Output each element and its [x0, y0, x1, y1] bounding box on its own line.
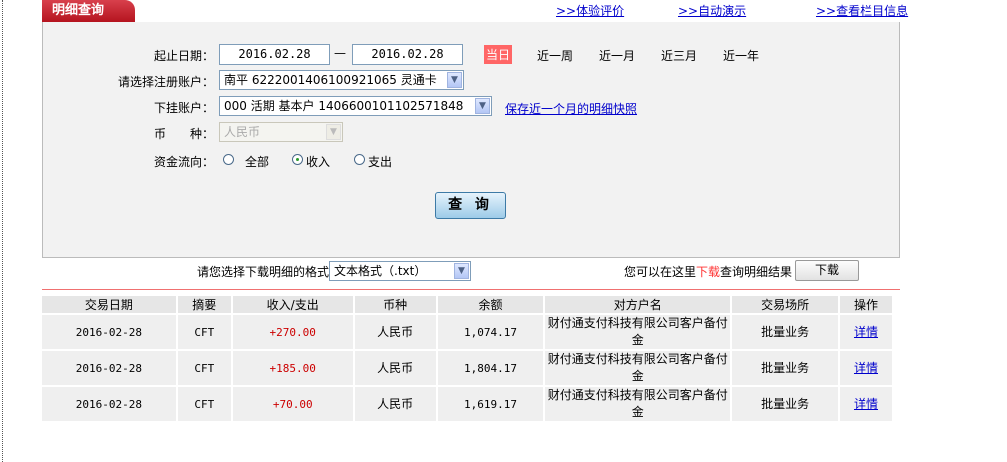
save-snapshot-link[interactable]: 保存近一个月的明细快照	[505, 100, 637, 117]
table-row: 2016-02-28 CFT +270.00 人民币 1,074.17 财付通支付科技有限…	[42, 313, 894, 350]
column-info-link[interactable]: >>查看栏目信息	[816, 2, 908, 19]
transactions-table: 交易日期 摘要 收入/支出 币种 余额 对方户名 交易场所 操作 2016-02…	[42, 296, 894, 421]
cell-currency: 人民币	[353, 313, 438, 350]
header-amount: 收入/支出	[231, 296, 355, 314]
cell-counterparty: 财付通支付科技有限公司客户备付金	[544, 313, 733, 350]
header-counterparty: 对方户名	[544, 296, 733, 314]
page-border	[2, 0, 3, 462]
download-hint: 您可以在这里下载查询明细结果	[624, 263, 792, 280]
cell-action: 详情	[839, 349, 894, 386]
table-header: 交易日期 摘要 收入/支出 币种 余额 对方户名 交易场所 操作	[42, 296, 894, 314]
header-venue: 交易场所	[731, 296, 840, 314]
currency-select: 人民币 ▼	[219, 122, 343, 142]
cell-amount: +185.00	[231, 349, 355, 386]
cell-venue: 批量业务	[731, 349, 840, 386]
page-title: 明细查询	[42, 0, 135, 22]
hint-highlight: 下载	[696, 265, 721, 279]
period-week[interactable]: 近一周	[537, 47, 573, 64]
header-date: 交易日期	[42, 296, 178, 314]
date-label: 起止日期：	[153, 49, 214, 63]
cell-date: 2016-02-28	[42, 385, 178, 421]
date-to-input[interactable]: 2016.02.28	[352, 44, 463, 65]
cell-summary: CFT	[176, 385, 233, 421]
chevron-down-icon: ▼	[447, 72, 462, 88]
details-link[interactable]: 详情	[854, 397, 878, 411]
format-select[interactable]: 文本格式（.txt） ▼	[329, 261, 471, 281]
cell-counterparty: 财付通支付科技有限公司客户备付金	[544, 349, 733, 386]
cell-balance: 1,804.17	[436, 349, 546, 386]
account-select[interactable]: 南平 6222001406100921065 灵通卡 ▼	[219, 70, 464, 90]
header-summary: 摘要	[176, 296, 233, 314]
cell-counterparty: 财付通支付科技有限公司客户备付金	[544, 385, 733, 421]
cell-balance: 1,074.17	[436, 313, 546, 350]
cell-balance: 1,619.17	[436, 385, 546, 421]
currency-label: 币 种：	[153, 127, 214, 141]
cell-amount: +270.00	[231, 313, 355, 350]
period-today[interactable]: 当日	[484, 45, 513, 64]
divider	[42, 289, 900, 290]
account-value: 南平 6222001406100921065 灵通卡	[224, 73, 437, 87]
account-label: 请选择注册账户：	[117, 75, 214, 89]
cell-action: 详情	[839, 385, 894, 421]
flow-all-label: 全部	[245, 155, 270, 169]
chevron-down-icon: ▼	[326, 124, 341, 140]
flow-expense-label: 支出	[368, 155, 393, 169]
cell-date: 2016-02-28	[42, 313, 178, 350]
flow-income-label: 收入	[306, 155, 331, 169]
flow-all-radio[interactable]	[223, 154, 234, 165]
format-label: 请您选择下载明细的格式	[197, 265, 330, 279]
details-link[interactable]: 详情	[854, 361, 878, 375]
demo-link[interactable]: >>自动演示	[678, 2, 746, 19]
chevron-down-icon: ▼	[475, 98, 490, 114]
hint-text: 查询明细结果	[720, 265, 793, 279]
header-balance: 余额	[436, 296, 546, 314]
cell-action: 详情	[839, 313, 894, 350]
date-separator: —	[334, 46, 346, 60]
cell-summary: CFT	[176, 349, 233, 386]
table-row: 2016-02-28 CFT +70.00 人民币 1,619.17 财付通支付科技有限公…	[42, 385, 894, 421]
cell-summary: CFT	[176, 313, 233, 350]
date-from-input[interactable]: 2016.02.28	[219, 44, 330, 65]
cell-amount: +70.00	[231, 385, 355, 421]
sub-account-value: 000 活期 基本户 1406600101102571848	[224, 99, 464, 113]
cell-date: 2016-02-28	[42, 349, 178, 386]
period-month[interactable]: 近一月	[599, 47, 635, 64]
header-currency: 币种	[353, 296, 438, 314]
cell-venue: 批量业务	[731, 385, 840, 421]
download-button[interactable]: 下载	[795, 260, 859, 281]
sub-account-label: 下挂账户：	[153, 101, 214, 115]
hint-text: 您可以在这里	[624, 265, 697, 279]
feedback-link[interactable]: >>体验评价	[556, 2, 624, 19]
cell-currency: 人民币	[353, 349, 438, 386]
sub-account-select[interactable]: 000 活期 基本户 1406600101102571848 ▼	[219, 96, 492, 116]
flow-income-radio[interactable]	[292, 154, 303, 165]
cell-venue: 批量业务	[731, 313, 840, 350]
cell-currency: 人民币	[353, 385, 438, 421]
query-button[interactable]: 查 询	[435, 192, 506, 219]
table-row: 2016-02-28 CFT +185.00 人民币 1,804.17 财付通支付科技有限…	[42, 349, 894, 386]
header-action: 操作	[839, 296, 894, 314]
chevron-down-icon: ▼	[454, 263, 469, 279]
period-3months[interactable]: 近三月	[661, 47, 697, 64]
details-link[interactable]: 详情	[854, 325, 878, 339]
currency-value: 人民币	[224, 125, 261, 139]
flow-expense-radio[interactable]	[354, 154, 365, 165]
format-value: 文本格式（.txt）	[334, 264, 427, 278]
period-year[interactable]: 近一年	[723, 47, 759, 64]
flow-label: 资金流向：	[153, 155, 214, 169]
